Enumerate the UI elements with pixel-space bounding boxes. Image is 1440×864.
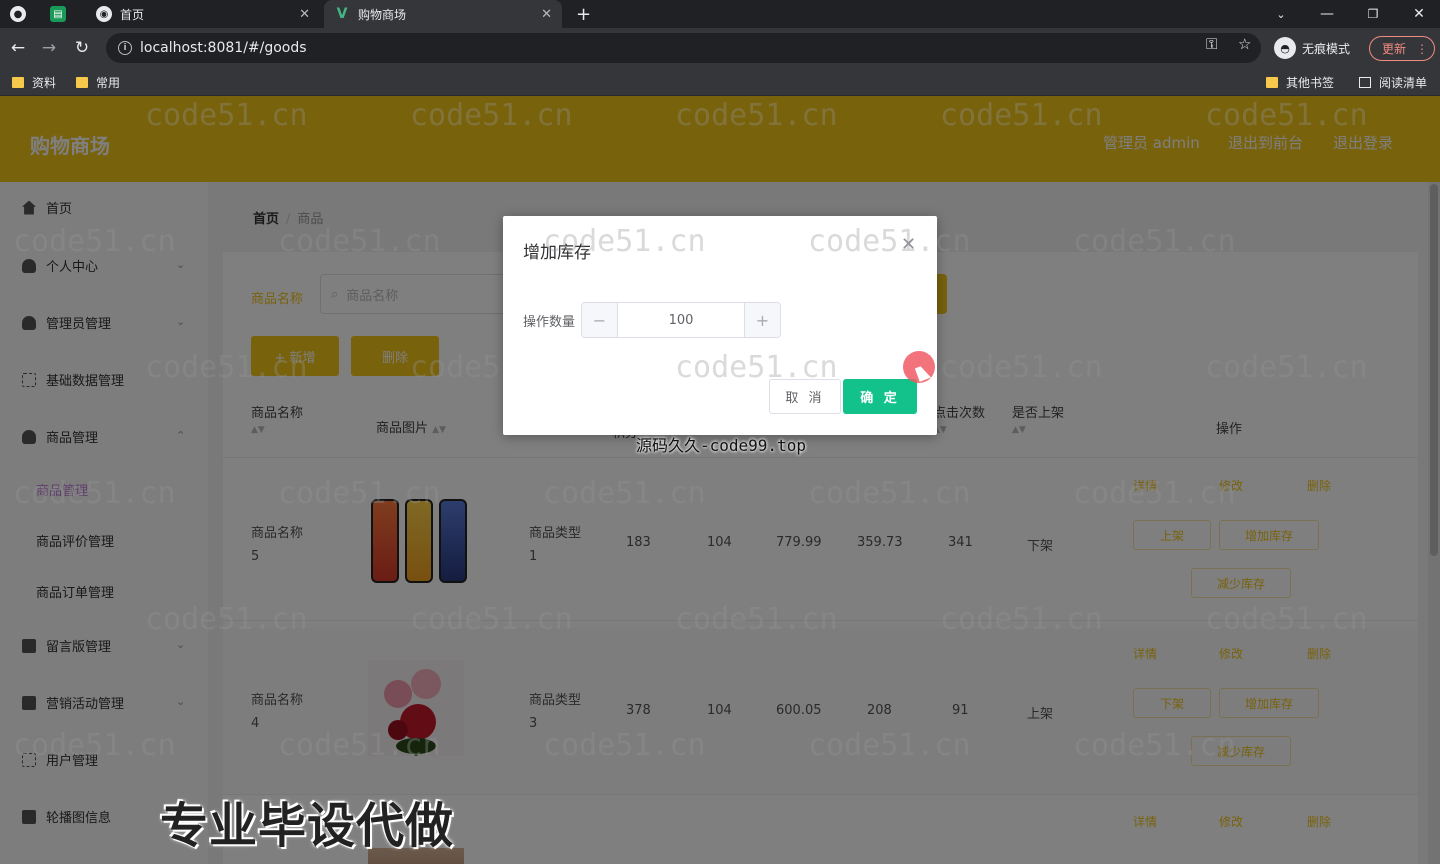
back-icon[interactable]: ← (7, 37, 29, 59)
forward-icon[interactable]: → (38, 37, 60, 59)
update-button[interactable]: 更新 ⋮ (1369, 36, 1435, 61)
close-window-icon[interactable]: ✕ (1396, 0, 1440, 28)
close-tab-icon[interactable]: ✕ (541, 7, 552, 22)
incognito-indicator[interactable]: ◓ 无痕模式 (1274, 36, 1350, 60)
modal-mask[interactable] (0, 96, 1440, 864)
url-text: localhost:8081/#/goods (140, 40, 307, 56)
bookmark-label: 常用 (96, 76, 121, 90)
add-stock-dialog: 增加库存 ✕ 操作数量 − 100 + 取 消 确 定 (503, 216, 937, 435)
tab-title: 首页 (120, 7, 145, 22)
reading-list[interactable]: 阅读清单 (1359, 74, 1427, 91)
browser-menu-icon[interactable]: ● (10, 0, 38, 28)
pinned-tab[interactable]: ▤ (50, 0, 80, 28)
tab-home[interactable]: ◉ 首页 ✕ (88, 0, 320, 28)
increase-button[interactable]: + (744, 303, 780, 337)
bookmark-label: 其他书签 (1286, 76, 1335, 90)
decrease-button[interactable]: − (582, 303, 618, 337)
more-menu-icon: ⋮ (1416, 41, 1429, 56)
new-tab-button[interactable]: + (576, 0, 598, 28)
vue-logo-icon: V (336, 6, 348, 22)
site-info-icon[interactable]: i (118, 41, 132, 55)
quantity-stepper: − 100 + (581, 302, 781, 338)
bookmarks-bar: 资料 常用 其他书签 阅读清单 (0, 68, 1440, 96)
reload-icon[interactable]: ↻ (71, 37, 93, 59)
tab-title: 购物商场 (358, 7, 407, 22)
close-icon[interactable]: ✕ (901, 234, 916, 255)
tab-search-icon[interactable]: ⌄ (1258, 0, 1304, 28)
bookmark-label: 资料 (32, 76, 57, 90)
close-tab-icon[interactable]: ✕ (299, 7, 310, 22)
folder-icon (76, 77, 88, 88)
url-field[interactable]: i localhost:8081/#/goods (106, 33, 1261, 63)
minimize-icon[interactable]: — (1304, 0, 1350, 28)
confirm-button[interactable]: 确 定 (843, 379, 917, 414)
promo-caption: 专业毕设代做 (160, 798, 455, 854)
update-label: 更新 (1382, 42, 1407, 56)
browser-tab-bar: ● ▤ ◉ 首页 ✕ V 购物商场 ✕ + ⌄ — ❐ ✕ (0, 0, 1440, 28)
key-icon[interactable]: ⚿ (1206, 35, 1217, 53)
globe-icon: ◉ (96, 6, 112, 22)
quantity-label: 操作数量 (523, 315, 576, 330)
dialog-title: 增加库存 (523, 243, 591, 263)
bookmark-folder[interactable]: 常用 (76, 74, 120, 91)
source-watermark: 源码久久-code99.top (636, 436, 806, 455)
folder-icon (12, 77, 24, 88)
incognito-label: 无痕模式 (1302, 41, 1351, 56)
star-icon[interactable]: ☆ (1238, 35, 1251, 53)
address-bar: ← → ↻ i localhost:8081/#/goods ⚿ ☆ ◓ 无痕模… (0, 28, 1440, 68)
tab-shop[interactable]: V 购物商场 ✕ (324, 0, 562, 28)
reading-list-icon (1359, 77, 1371, 88)
folder-icon (1266, 77, 1278, 88)
bookmark-folder[interactable]: 资料 (12, 74, 56, 91)
cancel-button[interactable]: 取 消 (769, 379, 841, 414)
bookmark-label: 阅读清单 (1379, 76, 1428, 90)
quantity-input[interactable]: 100 (618, 303, 744, 337)
other-bookmarks[interactable]: 其他书签 (1266, 74, 1334, 91)
incognito-icon: ◓ (1274, 37, 1296, 59)
restore-icon[interactable]: ❐ (1350, 0, 1396, 28)
